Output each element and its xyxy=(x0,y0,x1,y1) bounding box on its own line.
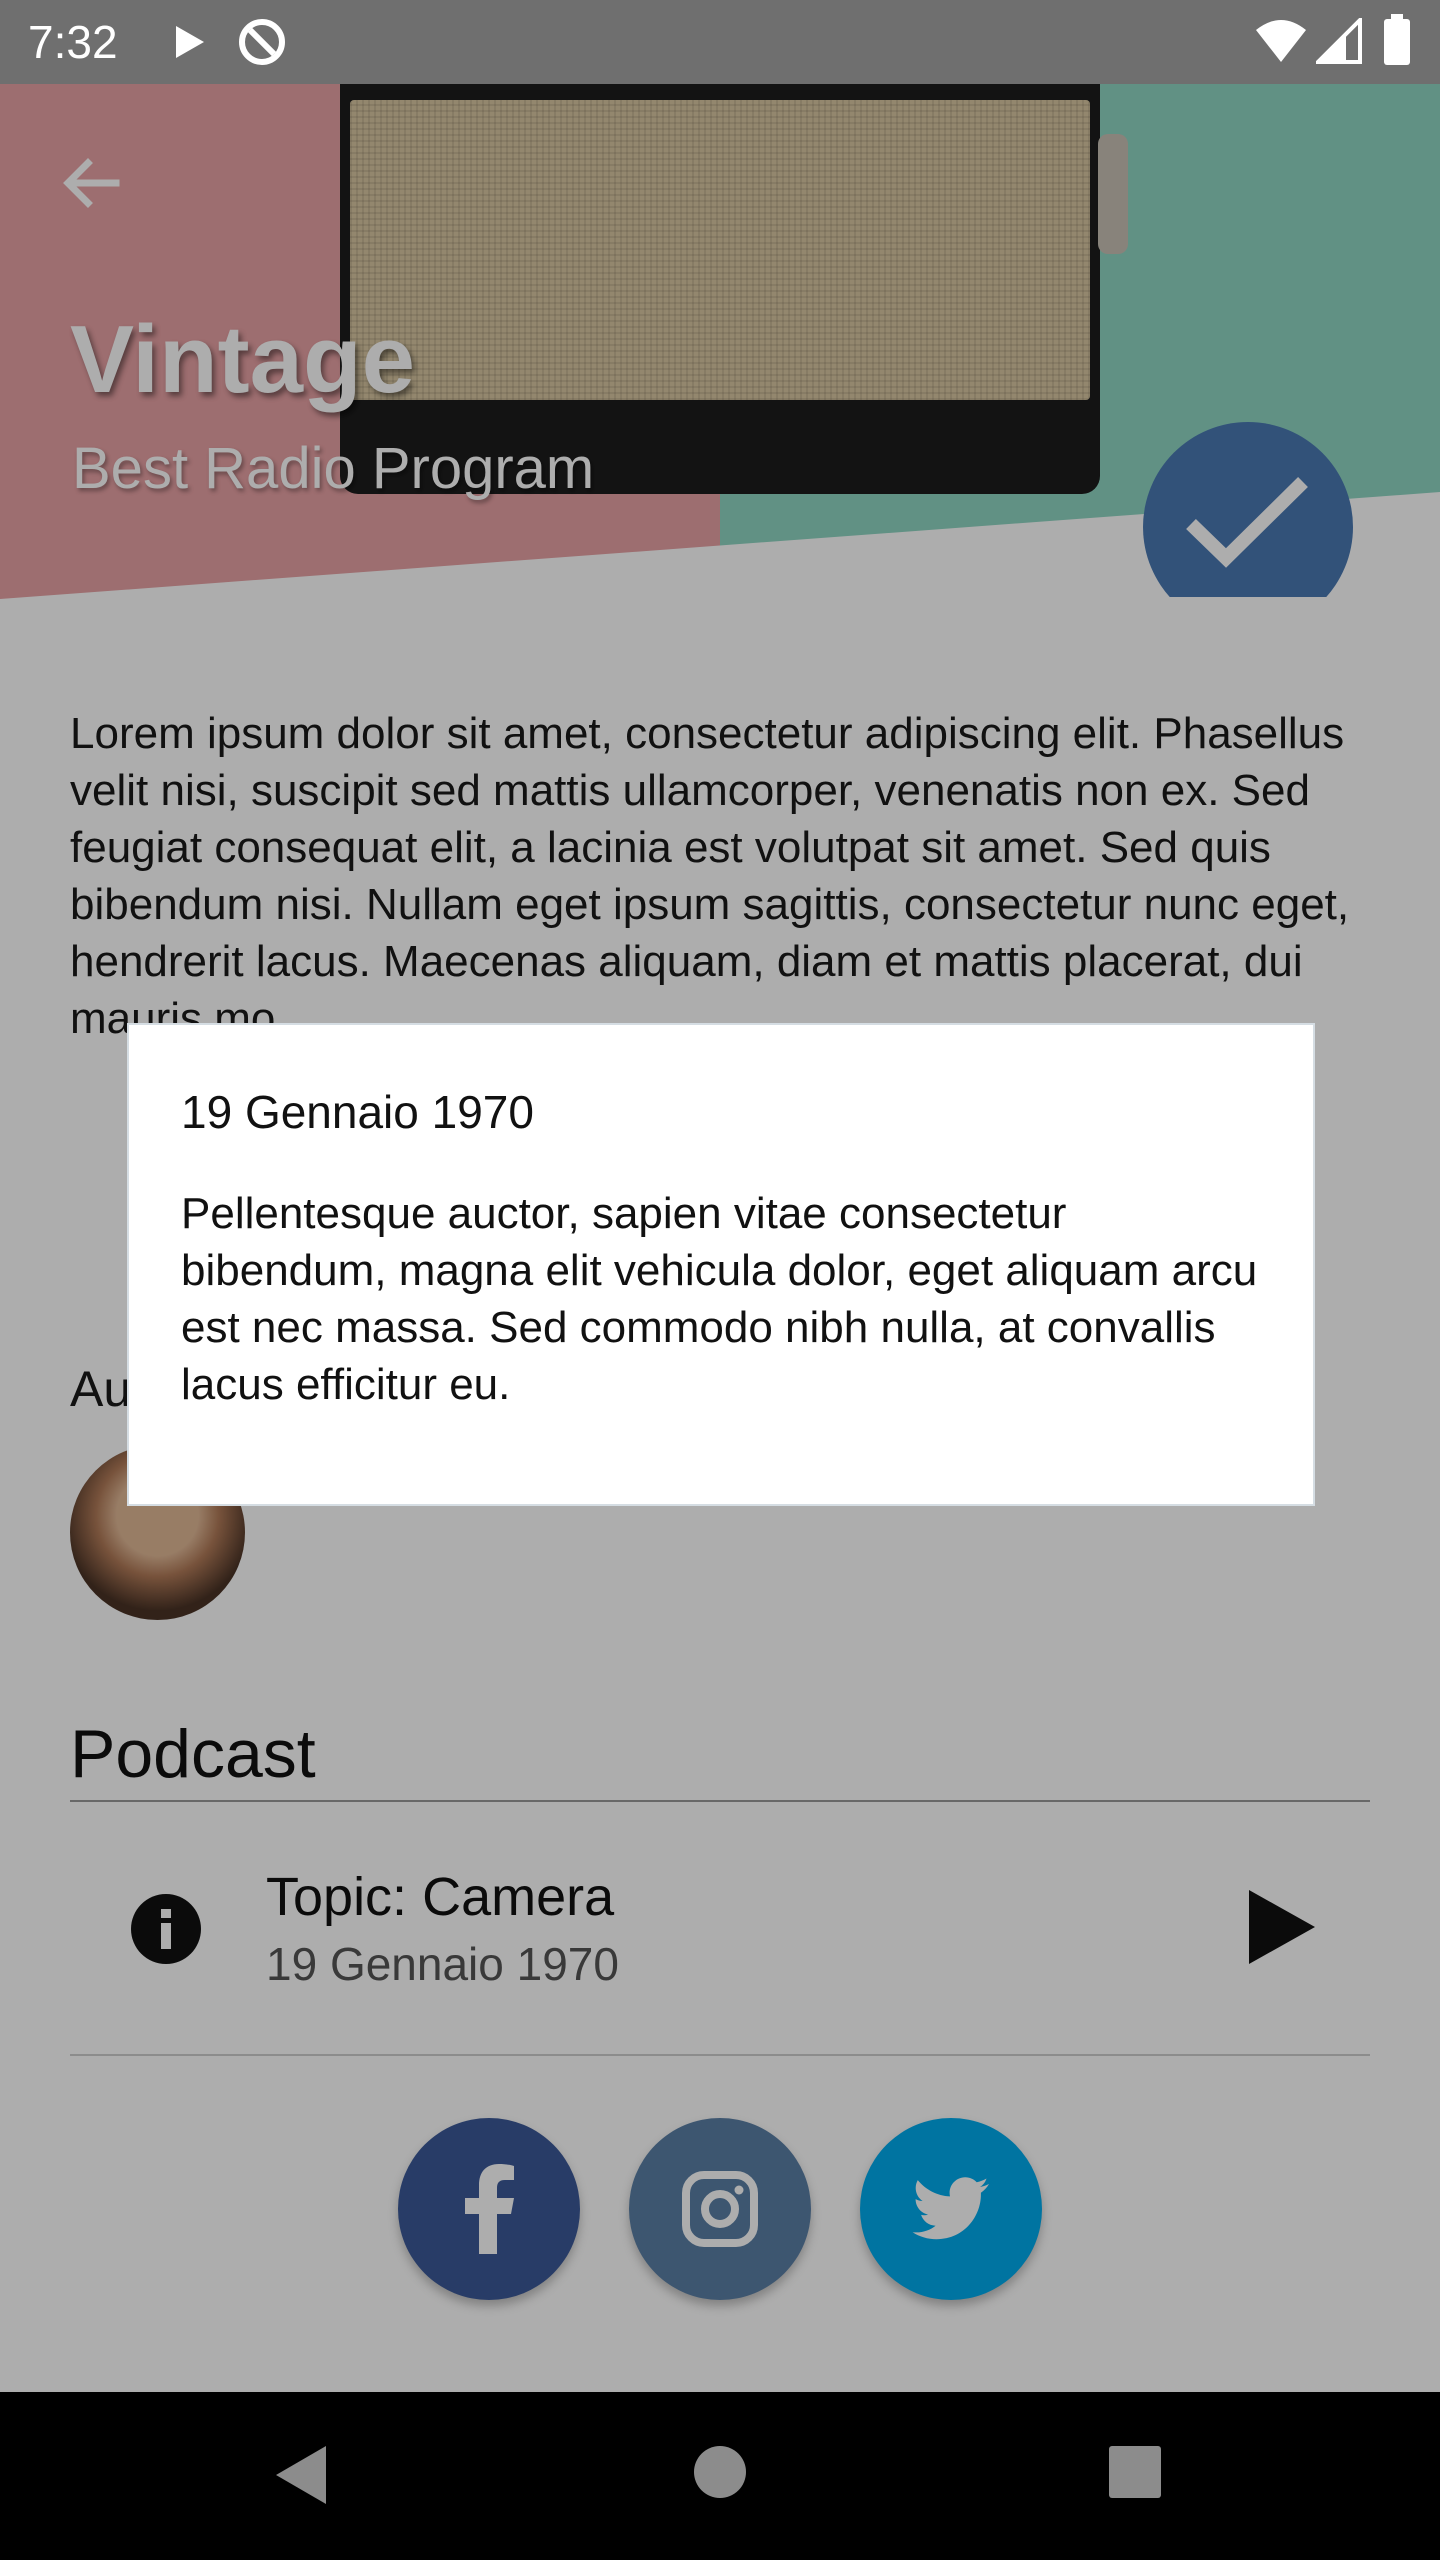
info-dialog: 19 Gennaio 1970 Pellentesque auctor, sap… xyxy=(127,1023,1315,1506)
nav-back-icon[interactable] xyxy=(272,2444,328,2506)
battery-icon xyxy=(1384,14,1410,65)
wifi-icon xyxy=(1256,20,1306,62)
status-bar: 7:32 xyxy=(0,0,1440,84)
dialog-body: Pellentesque auctor, sapien vitae consec… xyxy=(181,1189,1258,1409)
signal-icon xyxy=(1316,18,1362,64)
dialog-title: 19 Gennaio 1970 xyxy=(181,1086,534,1138)
navigation-bar xyxy=(0,2392,1440,2560)
play-notification-icon xyxy=(176,26,204,58)
status-time: 7:32 xyxy=(28,16,118,68)
nav-home-icon[interactable] xyxy=(694,2446,746,2498)
app-screen: 7:32 Vintage Best Radio Program Lorem ip… xyxy=(0,0,1440,2560)
nav-recents-icon[interactable] xyxy=(1109,2446,1161,2498)
sync-notification-icon xyxy=(239,19,285,65)
